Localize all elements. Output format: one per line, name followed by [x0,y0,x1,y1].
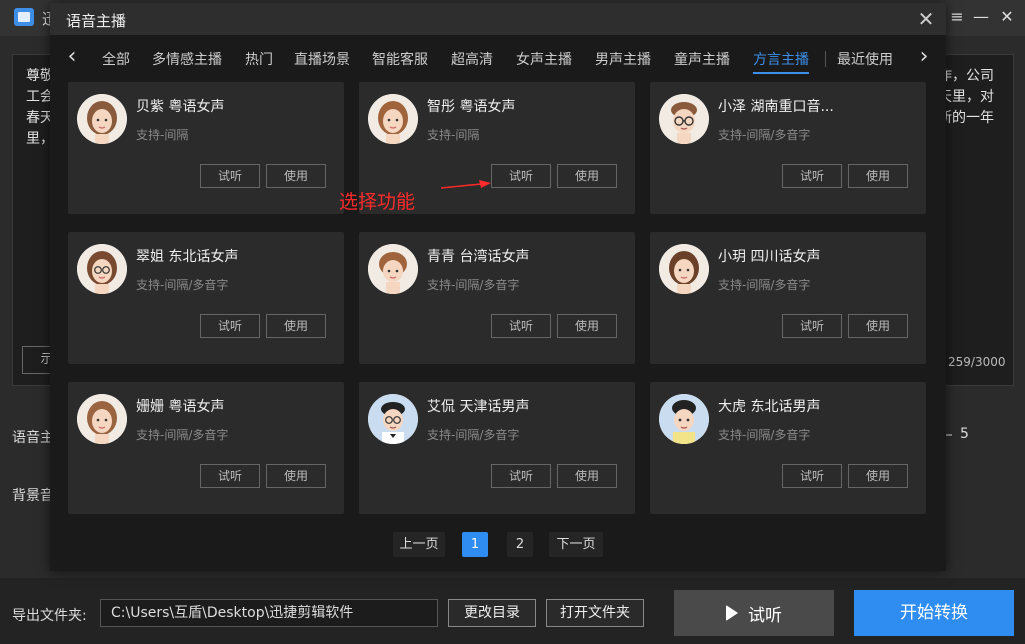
tab-service[interactable]: 智能客服 [372,49,428,69]
use-button[interactable]: 使用 [848,464,908,488]
annotation-arrow-icon [441,180,491,189]
female-avatar-icon [659,244,709,294]
anchor-card[interactable]: 小泽 湖南重口音... 支持-间隔/多音字 试听 使用 [650,82,926,214]
char-count: 259/3000 [948,355,1006,369]
anchor-card[interactable]: 贝紫 粤语女声 支持-间隔 试听 使用 [68,82,344,214]
anchor-name: 大虎 东北话男声 [718,399,821,415]
use-button[interactable]: 使用 [848,314,908,338]
chevron-right-icon[interactable]: › [914,45,934,69]
use-button[interactable]: 使用 [266,464,326,488]
male-glasses-avatar-icon [659,94,709,144]
tab-recent[interactable]: 最近使用 [837,49,893,69]
close-window-icon[interactable]: ✕ [996,6,1018,28]
tab-divider [825,51,826,67]
annotation-label: 选择功能 [339,191,416,213]
try-button[interactable]: 试听 [491,164,551,188]
try-button[interactable]: 试听 [491,464,551,488]
use-button[interactable]: 使用 [557,314,617,338]
anchor-support: 支持-间隔/多音字 [718,278,811,292]
female-avatar-icon [77,394,127,444]
use-button[interactable]: 使用 [266,164,326,188]
anchor-name: 翠姐 东北话女声 [136,249,239,265]
play-icon [726,605,738,621]
male-glasses-avatar-icon [368,394,418,444]
menu-icon[interactable]: ≡ [946,6,968,28]
anchor-card[interactable]: 翠姐 东北话女声 支持-间隔/多音字 试听 使用 [68,232,344,364]
editor-text-right: 作，公司 天里，对 新的一年 [938,68,994,126]
tab-dialect[interactable]: 方言主播 [753,49,809,74]
anchor-card[interactable]: 大虎 东北话男声 支持-间隔/多音字 试听 使用 [650,382,926,514]
tab-emotional[interactable]: 多情感主播 [152,49,222,69]
chevron-left-icon[interactable]: ‹ [62,45,82,69]
dialog-title: 语音主播 [66,12,127,30]
anchor-card[interactable]: 青青 台湾话女声 支持-间隔/多音字 试听 使用 [359,232,635,364]
anchor-card[interactable]: 艾侃 天津话男声 支持-间隔/多音字 试听 使用 [359,382,635,514]
try-button[interactable]: 试听 [200,314,260,338]
anchor-card[interactable]: 小玥 四川话女声 支持-间隔/多音字 试听 使用 [650,232,926,364]
use-button[interactable]: 使用 [557,464,617,488]
open-folder-button[interactable]: 打开文件夹 [546,599,644,627]
male-avatar-icon [659,394,709,444]
female-avatar-icon [368,94,418,144]
change-dir-button[interactable]: 更改目录 [448,599,536,627]
try-button[interactable]: 试听 [200,164,260,188]
tab-live[interactable]: 直播场景 [294,49,350,69]
export-label: 导出文件夹: [12,608,87,624]
app-logo-icon [14,8,34,26]
music-label: 背景音 [12,488,54,504]
try-button[interactable]: 试听 [782,464,842,488]
use-button[interactable]: 使用 [557,164,617,188]
tab-male[interactable]: 男声主播 [595,49,651,69]
category-tabs: ‹ 全部 多情感主播 热门 直播场景 智能客服 超高清 女声主播 男声主播 童声… [50,41,946,75]
preview-label: 试听 [748,605,782,626]
close-icon[interactable]: ✕ [914,7,938,31]
preview-button[interactable]: 试听 [674,590,834,636]
tab-hd[interactable]: 超高清 [451,49,493,69]
tab-all[interactable]: 全部 [102,49,130,69]
voice-label: 语音主 [12,430,54,446]
anchor-name: 艾侃 天津话男声 [427,399,530,415]
tab-hot[interactable]: 热门 [245,49,273,69]
anchor-card[interactable]: 姗姗 粤语女声 支持-间隔/多音字 试听 使用 [68,382,344,514]
anchor-name: 贝紫 粤语女声 [136,99,225,115]
export-path-input[interactable]: C:\Users\互盾\Desktop\迅捷剪辑软件 [100,599,438,627]
female-glasses-avatar-icon [77,244,127,294]
minimize-icon[interactable]: — [970,6,992,28]
use-button[interactable]: 使用 [848,164,908,188]
female-short-avatar-icon [368,244,418,294]
anchor-name: 青青 台湾话女声 [427,249,530,265]
page-2-button[interactable]: 2 [507,532,533,557]
next-page-button[interactable]: 下一页 [549,532,603,557]
anchor-support: 支持-间隔/多音字 [427,428,520,442]
anchor-support: 支持-间隔 [136,128,189,142]
anchor-name: 小泽 湖南重口音... [718,99,834,115]
tab-female[interactable]: 女声主播 [516,49,572,69]
try-button[interactable]: 试听 [782,314,842,338]
anchor-support: 支持-间隔/多音字 [136,278,229,292]
speed-value: 5 [960,426,969,442]
dialog-header: 语音主播 ✕ [50,3,946,35]
anchor-support: 支持-间隔/多音字 [136,428,229,442]
anchor-support: 支持-间隔/多音字 [718,428,811,442]
anchor-support: 支持-间隔/多音字 [718,128,811,142]
female-avatar-icon [77,94,127,144]
try-button[interactable]: 试听 [491,314,551,338]
start-convert-button[interactable]: 开始转换 [854,590,1014,636]
voice-anchor-dialog: 语音主播 ✕ ‹ 全部 多情感主播 热门 直播场景 智能客服 超高清 女声主播 … [50,3,946,571]
anchor-name: 姗姗 粤语女声 [136,399,225,415]
use-button[interactable]: 使用 [266,314,326,338]
anchor-name: 小玥 四川话女声 [718,249,821,265]
page-1-button[interactable]: 1 [462,532,488,557]
try-button[interactable]: 试听 [782,164,842,188]
anchor-support: 支持-间隔 [427,128,480,142]
speed-slider-track[interactable] [946,434,952,436]
prev-page-button[interactable]: 上一页 [393,532,445,557]
anchor-support: 支持-间隔/多音字 [427,278,520,292]
tab-child[interactable]: 童声主播 [674,49,730,69]
try-button[interactable]: 试听 [200,464,260,488]
anchor-name: 智彤 粤语女声 [427,99,516,115]
